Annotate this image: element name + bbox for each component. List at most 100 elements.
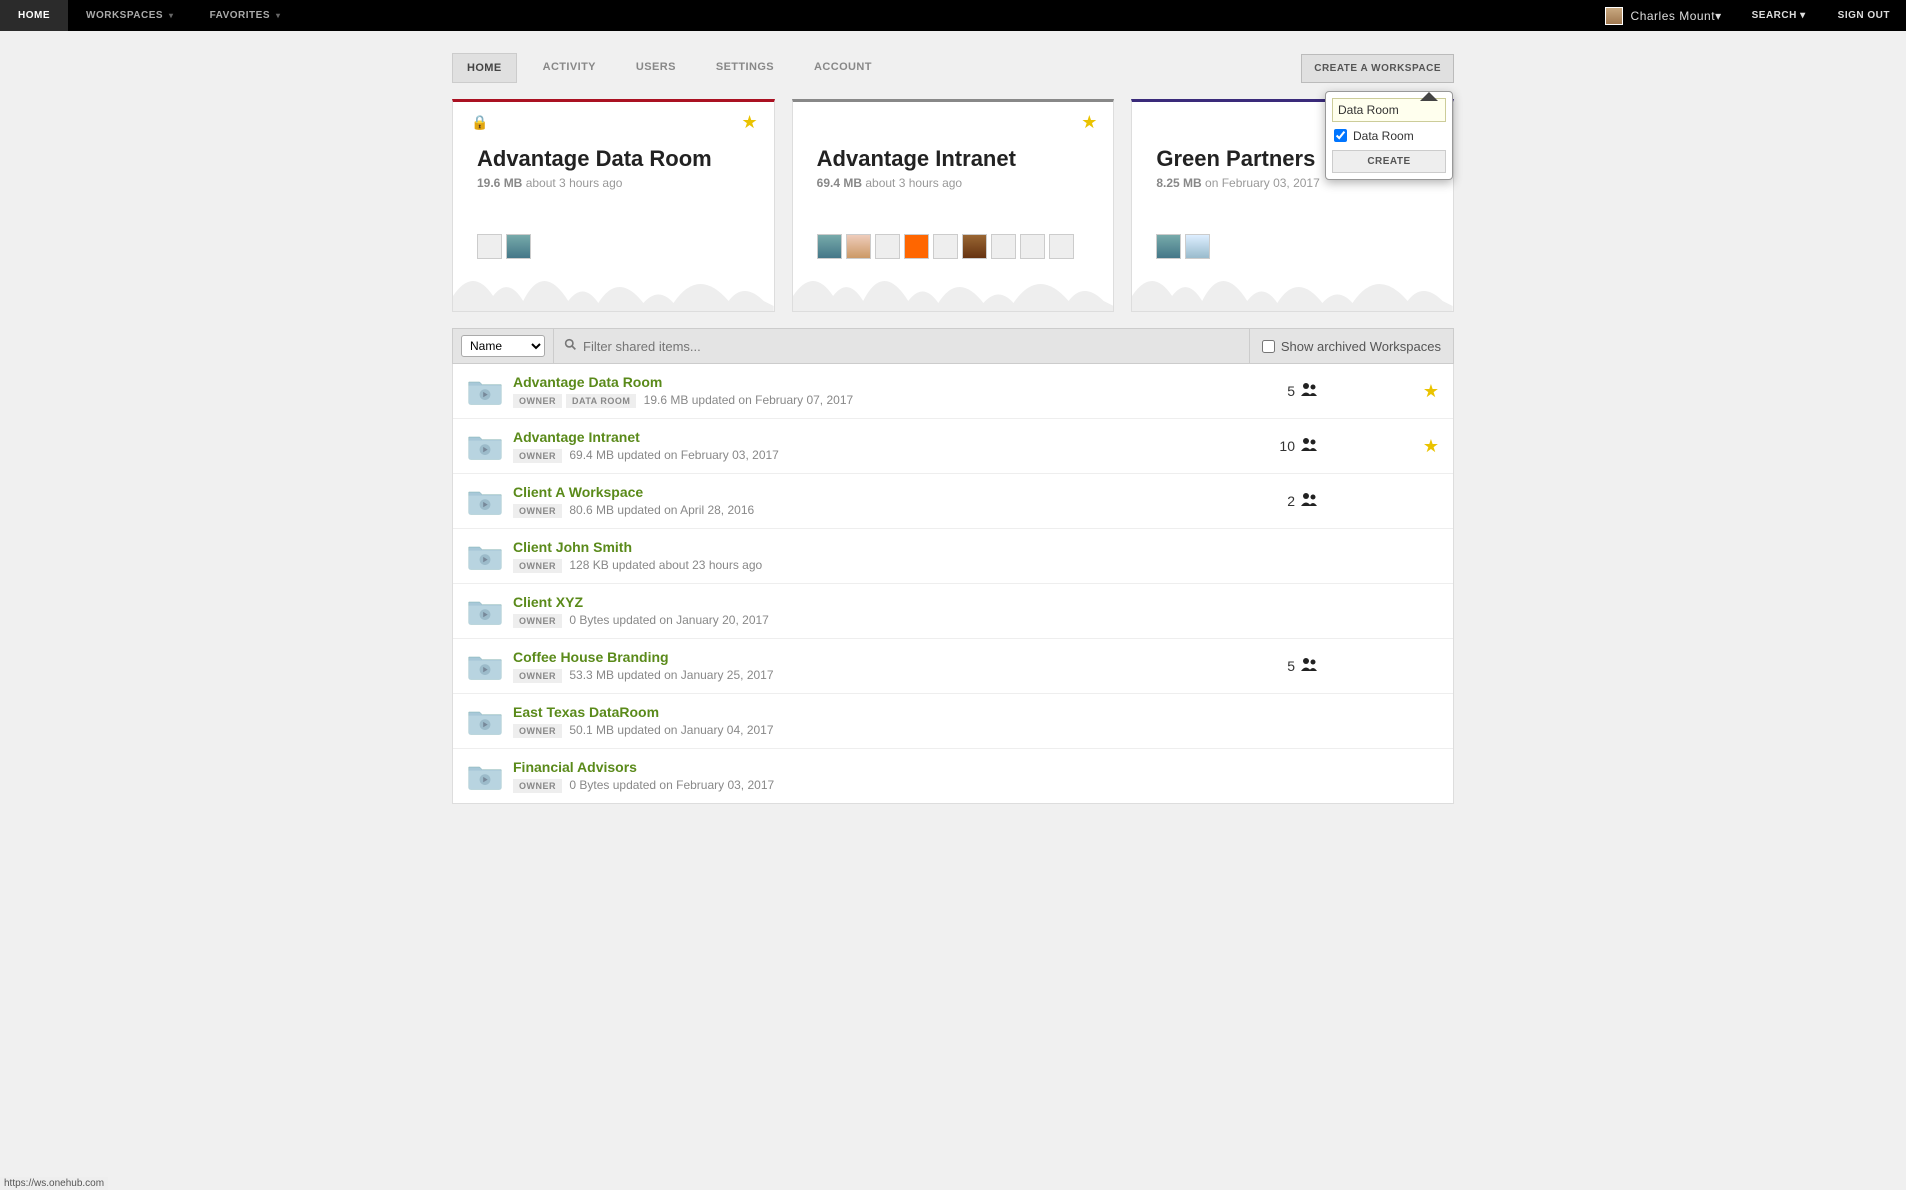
data-room-checkbox-row[interactable]: Data Room [1332, 122, 1446, 150]
avatar [875, 234, 900, 259]
workspace-meta: OWNER 0 Bytes updated on February 03, 20… [513, 778, 1199, 793]
tab-account[interactable]: ACCOUNT [800, 53, 886, 83]
avatar [1049, 234, 1074, 259]
create-workspace-popover: Data Room CREATE [1325, 91, 1453, 180]
folder-icon [467, 486, 503, 516]
lock-icon: 🔒 [471, 114, 488, 131]
avatar [506, 234, 531, 259]
workspace-name[interactable]: Advantage Data Room [513, 374, 1199, 390]
workspace-row[interactable]: East Texas DataRoom OWNER 50.1 MB updated… [453, 694, 1453, 749]
workspace-row[interactable]: Advantage Data RoomOWNERDATA ROOM 19.6 M… [453, 364, 1453, 419]
filter-input[interactable] [583, 339, 1239, 354]
workspace-row[interactable]: Client XYZ OWNER 0 Bytes updated on Janua… [453, 584, 1453, 639]
workspace-meta: OWNER 128 KB updated about 23 hours ago [513, 558, 1199, 573]
workspace-name[interactable]: Client John Smith [513, 539, 1199, 555]
avatar-stack [477, 234, 750, 259]
member-count: 5 [1199, 657, 1319, 676]
create-submit-button[interactable]: CREATE [1332, 150, 1446, 173]
filter-bar: Name Show archived Workspaces [452, 328, 1454, 364]
avatar [904, 234, 929, 259]
chevron-down-icon: ▾ [276, 11, 281, 20]
workspace-row[interactable]: Financial Advisors OWNER 0 Bytes updated … [453, 749, 1453, 803]
folder-icon [467, 596, 503, 626]
avatar [817, 234, 842, 259]
folder-icon [467, 431, 503, 461]
workspace-meta: OWNER 69.4 MB updated on February 03, 20… [513, 448, 1199, 463]
star-icon[interactable]: ★ [1081, 112, 1097, 133]
role-badge: OWNER [513, 504, 562, 518]
workspace-name[interactable]: Coffee House Branding [513, 649, 1199, 665]
workspace-row[interactable]: Coffee House BrandingOWNER 53.3 MB updat… [453, 639, 1453, 694]
member-count: 2 [1199, 492, 1319, 511]
people-icon [1299, 492, 1319, 511]
chevron-down-icon: ▾ [169, 11, 174, 20]
workspace-meta: OWNER 0 Bytes updated on January 20, 201… [513, 613, 1199, 628]
card-title: Advantage Intranet [817, 146, 1090, 172]
avatar [846, 234, 871, 259]
workspace-card[interactable]: 🔒 ★ Advantage Data Room 19.6 MB about 3 hou… [452, 99, 775, 312]
workspace-row[interactable]: Client A Workspace OWNER 80.6 MB updated … [453, 474, 1453, 529]
role-badge: DATA ROOM [566, 394, 636, 408]
workspace-row[interactable]: Client John Smith OWNER 128 KB updated ab… [453, 529, 1453, 584]
folder-icon [467, 706, 503, 736]
workspace-name[interactable]: Client XYZ [513, 594, 1199, 610]
archived-checkbox[interactable] [1262, 340, 1275, 353]
tab-home[interactable]: HOME [452, 53, 517, 83]
member-count: 5 [1199, 382, 1319, 401]
workspace-row[interactable]: Advantage Intranet OWNER 69.4 MB updated … [453, 419, 1453, 474]
people-icon [1299, 657, 1319, 676]
show-archived-toggle[interactable]: Show archived Workspaces [1250, 339, 1453, 354]
workspace-card[interactable]: ★Advantage Intranet69.4 MB about 3 hours… [792, 99, 1115, 312]
tab-users[interactable]: USERS [622, 53, 690, 83]
star-icon[interactable]: ★ [742, 112, 758, 133]
workspace-meta: OWNER 80.6 MB updated on April 28, 2016 [513, 503, 1199, 518]
activity-sparkline [1132, 261, 1453, 311]
workspace-name-input[interactable] [1332, 98, 1446, 122]
card-title: Advantage Data Room [477, 146, 750, 172]
create-workspace-button[interactable]: CREATE A WORKSPACE Data Room CREATE [1301, 54, 1454, 83]
role-badge: OWNER [513, 449, 562, 463]
avatar [1185, 234, 1210, 259]
role-badge: OWNER [513, 614, 562, 628]
tab-activity[interactable]: ACTIVITY [529, 53, 610, 83]
role-badge: OWNER [513, 559, 562, 573]
search-icon [564, 338, 577, 354]
role-badge: OWNER [513, 669, 562, 683]
nav-home[interactable]: HOME [0, 0, 68, 31]
people-icon [1299, 437, 1319, 456]
star-column[interactable]: ★ [1319, 436, 1439, 457]
nav-favorites[interactable]: FAVORITES▾ [192, 0, 299, 31]
data-room-checkbox[interactable] [1334, 129, 1347, 142]
workspace-list: Advantage Data RoomOWNERDATA ROOM 19.6 M… [452, 364, 1454, 804]
role-badge: OWNER [513, 779, 562, 793]
top-navbar: HOMEWORKSPACES▾FAVORITES▾ Charles Mount … [0, 0, 1906, 31]
status-bar: https://ws.onehub.com [0, 1177, 108, 1190]
avatar [962, 234, 987, 259]
workspace-name[interactable]: East Texas DataRoom [513, 704, 1199, 720]
star-column[interactable]: ★ [1319, 381, 1439, 402]
folder-icon [467, 761, 503, 791]
user-menu[interactable]: Charles Mount ▾ [1591, 7, 1736, 25]
secondary-tabs: HOME ACTIVITY USERS SETTINGS ACCOUNT CREATE … [452, 31, 1454, 99]
nav-workspaces[interactable]: WORKSPACES▾ [68, 0, 192, 31]
avatar [933, 234, 958, 259]
avatar [1156, 234, 1181, 259]
avatar-stack [1156, 234, 1429, 259]
workspace-name[interactable]: Financial Advisors [513, 759, 1199, 775]
activity-sparkline [453, 261, 774, 311]
tab-settings[interactable]: SETTINGS [702, 53, 788, 83]
user-name: Charles Mount [1631, 9, 1716, 23]
card-meta: 19.6 MB about 3 hours ago [477, 176, 750, 190]
role-badge: OWNER [513, 394, 562, 408]
avatar [991, 234, 1016, 259]
sort-select[interactable]: Name [461, 335, 545, 357]
avatar [1605, 7, 1623, 25]
folder-icon [467, 651, 503, 681]
workspace-meta: OWNER 50.1 MB updated on January 04, 201… [513, 723, 1199, 738]
workspace-name[interactable]: Client A Workspace [513, 484, 1199, 500]
people-icon [1299, 382, 1319, 401]
signout-link[interactable]: SIGN OUT [1822, 10, 1906, 21]
workspace-cards: 🔒 ★ Advantage Data Room 19.6 MB about 3 hou… [452, 99, 1454, 312]
search-link[interactable]: SEARCH ▾ [1736, 10, 1822, 21]
workspace-name[interactable]: Advantage Intranet [513, 429, 1199, 445]
